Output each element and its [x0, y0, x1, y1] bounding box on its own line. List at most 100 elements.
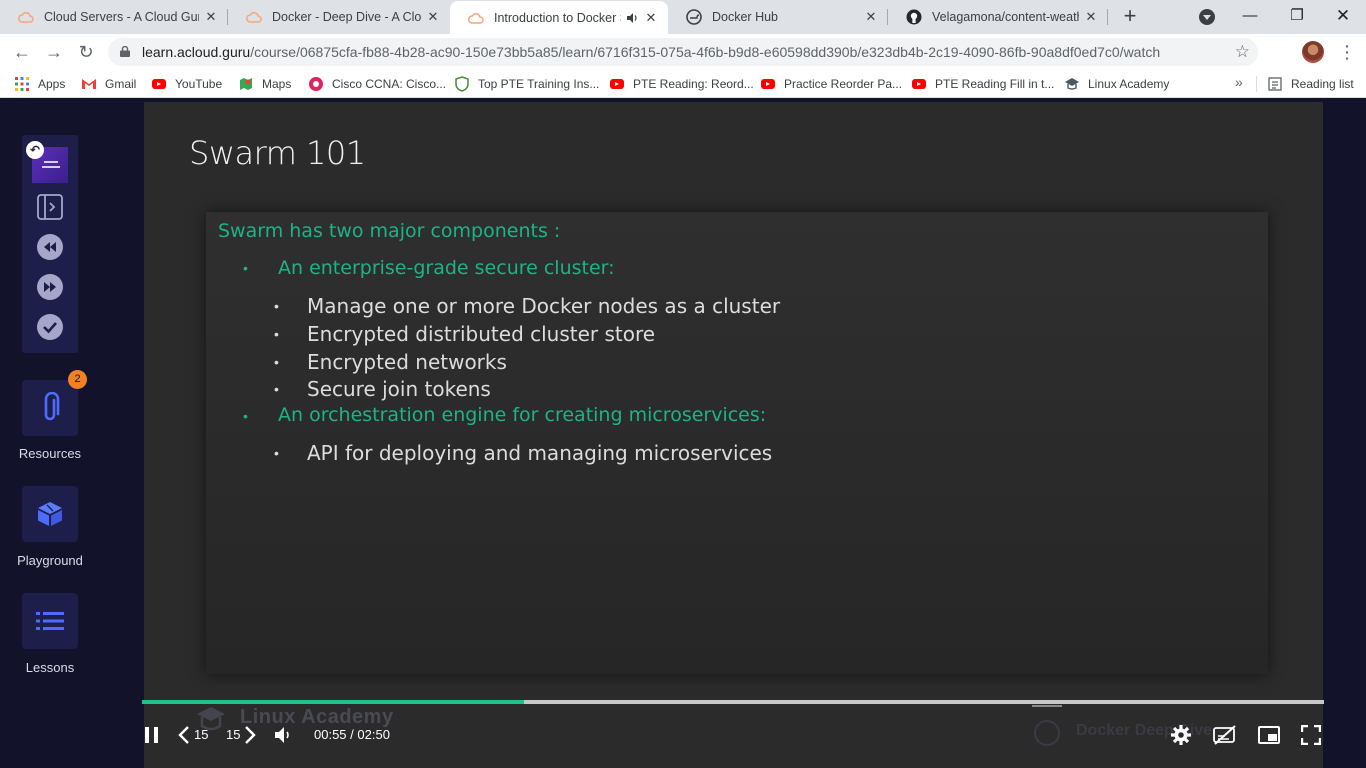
youtube-icon	[151, 76, 167, 92]
bookmark-pte-reading-reorder[interactable]: PTE Reading: Reord...	[609, 70, 754, 98]
new-tab-button[interactable]: +	[1118, 5, 1142, 29]
return-icon[interactable]: ↶	[26, 141, 44, 159]
reading-list-icon	[1267, 76, 1283, 92]
youtube-icon	[609, 76, 625, 92]
lessons-button[interactable]	[22, 593, 78, 649]
next-lesson-icon[interactable]	[36, 273, 64, 301]
current-time: 00:55	[314, 727, 347, 742]
back-arrow-icon[interactable]: ←	[10, 40, 34, 64]
player-side-controls: ↶	[22, 135, 78, 353]
bookmark-pte-training[interactable]: Top PTE Training Ins...	[454, 70, 599, 98]
reading-list-button[interactable]: Reading list	[1267, 70, 1354, 98]
tab-docker-hub[interactable]: Docker Hub ✕	[668, 0, 888, 34]
bookmark-cisco[interactable]: Cisco CCNA: Cisco...	[308, 70, 446, 98]
youtube-icon	[911, 76, 927, 92]
cubes-icon	[38, 502, 62, 526]
tab-strip: Cloud Servers - A Cloud Guru ✕ Docker - …	[0, 0, 1366, 34]
restore-icon[interactable]: ❐	[1284, 4, 1310, 28]
bookmark-practice-reorder[interactable]: Practice Reorder Pa...	[760, 70, 902, 98]
close-tab-icon[interactable]: ✕	[643, 10, 659, 26]
bullet-dot: •	[274, 445, 279, 461]
minimize-icon[interactable]: —	[1237, 4, 1263, 28]
bookmark-pte-fill-in[interactable]: PTE Reading Fill in t...	[911, 70, 1054, 98]
bookmark-star-icon[interactable]: ☆	[1235, 42, 1250, 62]
slide-title: Swarm 101	[189, 134, 366, 172]
slide-content-box: Swarm has two major components : • An en…	[206, 212, 1268, 674]
tab-title: Velagamona/content-weather	[932, 10, 1079, 24]
bookmark-label: PTE Reading: Reord...	[633, 77, 754, 91]
speaker-icon[interactable]	[625, 11, 639, 25]
profile-avatar[interactable]	[1302, 41, 1324, 63]
slide-item: Encrypted distributed cluster store	[307, 322, 656, 346]
picture-in-picture-icon[interactable]	[1258, 726, 1280, 744]
bookmark-youtube[interactable]: YouTube	[151, 70, 222, 98]
video-progress-bar[interactable]	[142, 700, 1324, 704]
tab-intro-docker-swarm[interactable]: Introduction to Docker Swarm ✕	[450, 1, 668, 34]
more-bookmarks-icon[interactable]: »	[1235, 74, 1243, 90]
video-player[interactable]: Swarm 101 Swarm has two major components…	[144, 102, 1323, 768]
bookmark-maps[interactable]: Maps	[238, 70, 291, 98]
browser-menu-icon[interactable]: ⋮	[1338, 42, 1356, 62]
bullet-dot: •	[243, 408, 248, 424]
tab-cloud-servers[interactable]: Cloud Servers - A Cloud Guru ✕	[0, 0, 228, 34]
skip-forward-icon[interactable]	[244, 726, 256, 744]
forward-arrow-icon[interactable]: →	[42, 40, 66, 64]
acg-cloud-icon	[18, 9, 34, 25]
tab-title: Docker - Deep Dive - A Cloud Guru	[272, 10, 421, 24]
bookmark-label: Linux Academy	[1088, 77, 1170, 91]
close-tab-icon[interactable]: ✕	[203, 9, 219, 25]
volume-icon[interactable]	[274, 726, 292, 744]
address-bar[interactable]: learn.acloud.guru/course/06875cfa-fb88-4…	[108, 38, 1258, 66]
resources-label: Resources	[18, 446, 82, 461]
docker-icon	[686, 9, 702, 25]
tab-docker-deep-dive[interactable]: Docker - Deep Dive - A Cloud Guru ✕	[228, 0, 450, 34]
bookmark-label: Gmail	[105, 77, 137, 91]
list-icon	[36, 612, 64, 630]
playground-button[interactable]	[22, 486, 78, 542]
course-page: ↶ 2 Resources Playground Lessons Swarm 1…	[0, 98, 1366, 768]
previous-lesson-icon[interactable]	[36, 233, 64, 261]
slide-item: Secure join tokens	[307, 377, 491, 401]
linux-academy-icon	[1064, 76, 1080, 92]
reload-icon[interactable]: ↻	[74, 40, 98, 64]
tab-separator	[1107, 9, 1108, 25]
skip-back-icon[interactable]	[178, 726, 190, 744]
playback-time: 00:55 / 02:50	[314, 727, 390, 742]
apps-grid-icon	[14, 76, 30, 92]
acg-cloud-icon	[468, 10, 484, 26]
captions-off-icon[interactable]	[1213, 725, 1237, 745]
fullscreen-icon[interactable]	[1301, 725, 1321, 745]
bookmark-linux-academy[interactable]: Linux Academy	[1064, 70, 1169, 98]
bullet-dot: •	[274, 381, 279, 397]
tab-github[interactable]: Velagamona/content-weather ✕	[888, 0, 1108, 34]
docker-deep-dive-watermark-icon	[1034, 720, 1060, 746]
bookmark-gmail[interactable]: Gmail	[81, 70, 136, 98]
acg-cloud-icon	[246, 9, 262, 25]
resources-button[interactable]	[22, 380, 78, 436]
close-window-icon[interactable]: ✕	[1330, 4, 1356, 28]
bookmark-label: Top PTE Training Ins...	[478, 77, 600, 91]
pause-icon[interactable]	[144, 726, 160, 744]
bookmark-label: Maps	[262, 77, 292, 91]
bookmarks-divider	[1256, 76, 1257, 92]
tab-search-icon[interactable]	[1199, 9, 1215, 25]
slide-item: Manage one or more Docker nodes as a clu…	[307, 294, 781, 318]
settings-gear-icon[interactable]	[1170, 724, 1192, 746]
lessons-label: Lessons	[25, 660, 75, 675]
bullet-dot: •	[274, 326, 279, 342]
bookmark-apps[interactable]: Apps	[14, 70, 65, 98]
mark-complete-icon[interactable]	[36, 313, 64, 341]
bookmark-label: YouTube	[175, 77, 223, 91]
reading-list-label: Reading list	[1291, 77, 1354, 91]
tab-title: Introduction to Docker Swarm	[494, 10, 621, 25]
total-duration: 02:50	[357, 727, 390, 742]
close-tab-icon[interactable]: ✕	[1083, 9, 1099, 25]
toggle-panel-icon[interactable]	[36, 193, 64, 221]
close-tab-icon[interactable]: ✕	[863, 9, 879, 25]
bookmark-label: PTE Reading Fill in t...	[935, 77, 1055, 91]
slide-section-2: An orchestration engine for creating mic…	[278, 404, 767, 426]
linux-academy-watermark: Linux Academy	[240, 706, 394, 728]
course-sidebar: ↶ 2 Resources Playground Lessons	[0, 98, 100, 768]
resources-count-badge: 2	[68, 370, 87, 389]
close-tab-icon[interactable]: ✕	[425, 9, 441, 25]
